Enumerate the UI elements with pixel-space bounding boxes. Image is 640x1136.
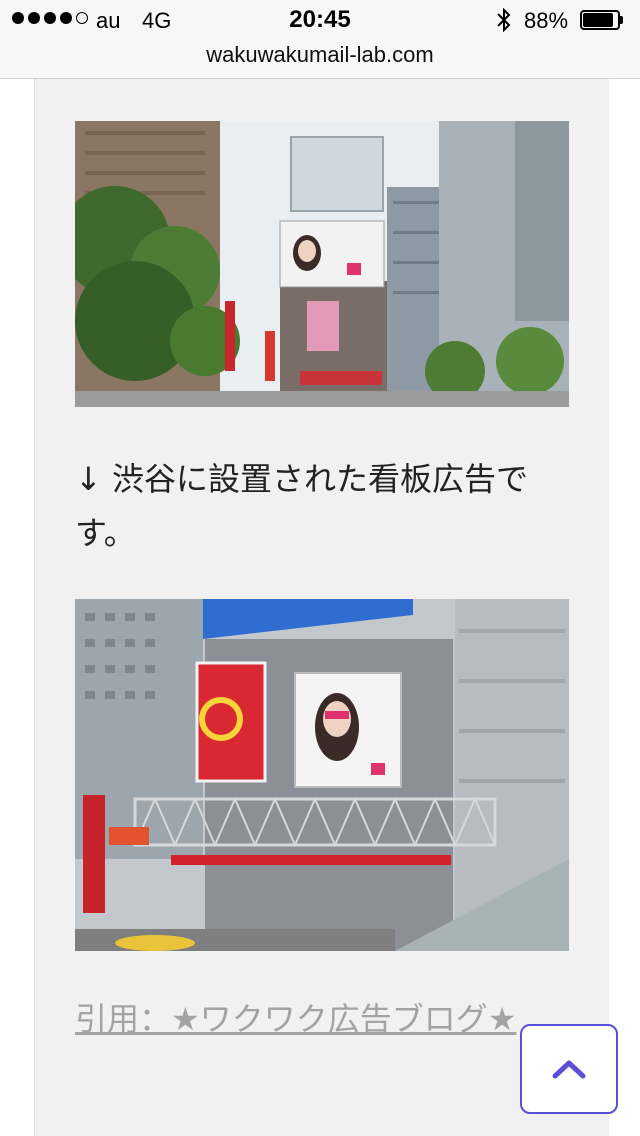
billboard-photo-1 xyxy=(75,121,569,407)
battery-percent: 88% xyxy=(524,8,569,33)
scroll-to-top-button[interactable] xyxy=(520,1024,618,1114)
url-bar[interactable]: wakuwakumail-lab.com xyxy=(0,40,640,79)
photo-caption: ↓ 渋谷に設置された看板広告です。 xyxy=(75,460,528,552)
billboard-photo-2 xyxy=(75,599,569,951)
bluetooth-icon xyxy=(497,7,511,33)
citation-link[interactable]: 引用：★ワクワク広告ブログ★ xyxy=(75,994,555,1040)
url-domain: wakuwakumail-lab.com xyxy=(206,42,434,67)
status-bar: au 4G 20:45 88% xyxy=(0,0,640,40)
article-card: ↓ 渋谷に設置された看板広告です。 引用：★ワクワク広告ブログ★ xyxy=(34,79,609,1136)
chevron-up-icon xyxy=(552,1060,586,1079)
battery-icon xyxy=(580,10,624,30)
page-content: ↓ 渋谷に設置された看板広告です。 引用：★ワクワク広告ブログ★ xyxy=(0,79,640,1136)
